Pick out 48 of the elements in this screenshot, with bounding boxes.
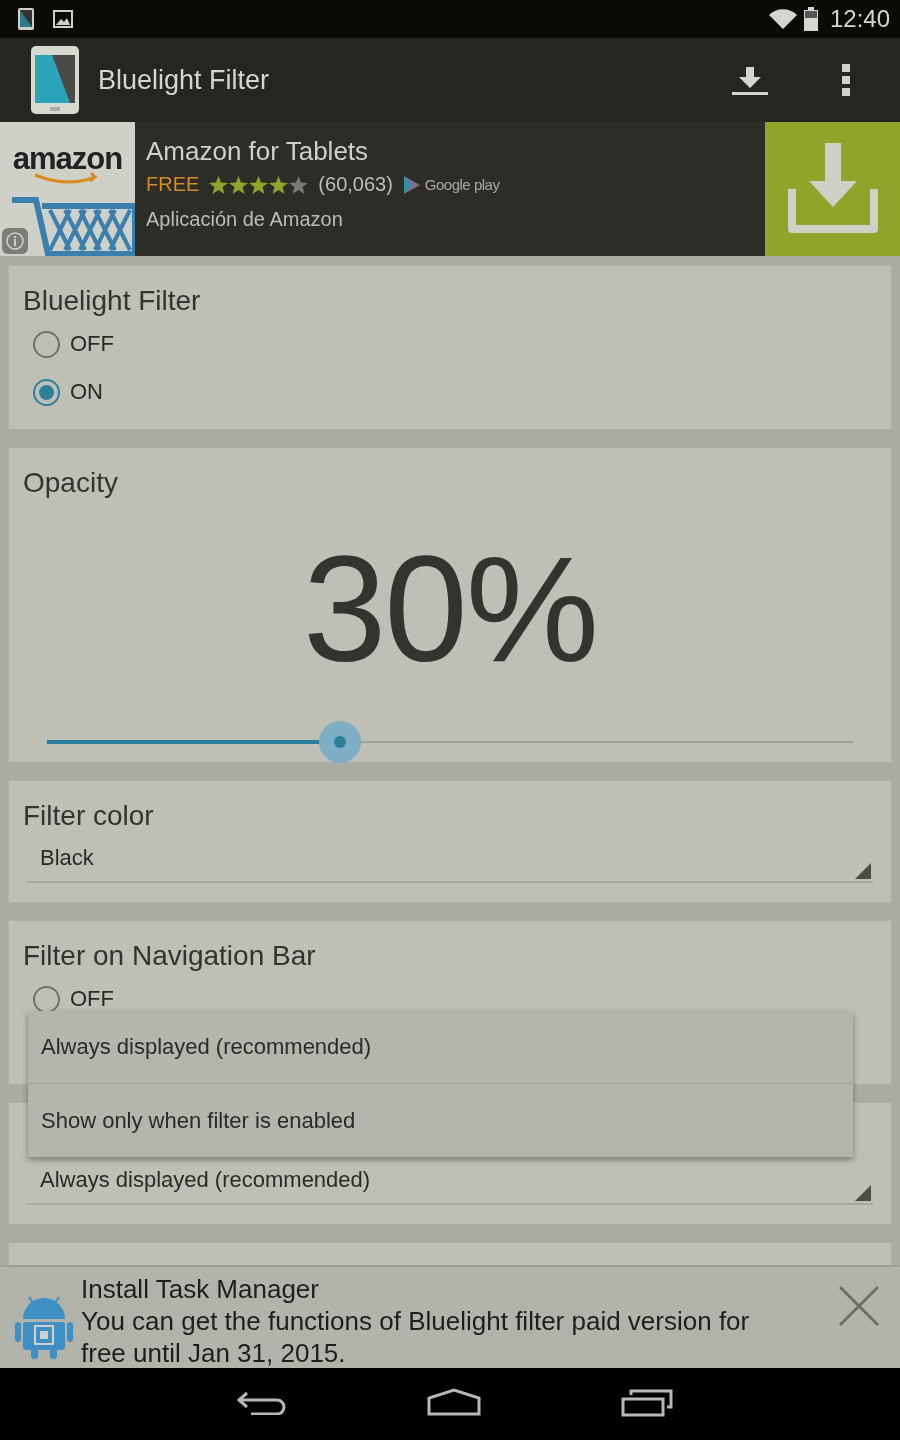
- install-button[interactable]: [765, 122, 900, 256]
- ad-title: Amazon for Tablets: [146, 136, 370, 167]
- publisher-name: Aplicación de Amazon: [146, 208, 344, 231]
- dropdown-field[interactable]: Black: [27, 835, 873, 883]
- radio-button[interactable]: [33, 378, 60, 406]
- star-icon: [249, 175, 269, 194]
- rating-count: (60,063): [318, 173, 393, 196]
- section-title: Filter on Navigation Bar: [23, 939, 317, 973]
- menu-icon: [842, 64, 850, 96]
- close-icon: [838, 1285, 880, 1327]
- section-title: Filter color: [23, 799, 155, 833]
- download-icon: [787, 143, 878, 235]
- info-icon: [2, 228, 28, 254]
- wifi-icon: [767, 8, 798, 30]
- radio-button[interactable]: [33, 330, 60, 358]
- app-title: Bluelight Filter: [98, 64, 271, 96]
- app-icon: [30, 45, 80, 115]
- star-icon: [209, 175, 229, 194]
- clock-time: 12:40: [829, 5, 890, 33]
- play-store-icon: [402, 174, 421, 195]
- star-icon: [229, 175, 249, 194]
- price-label: FREE: [146, 173, 200, 196]
- corner-triangle-icon: [855, 863, 871, 879]
- slider-thumb[interactable]: [318, 721, 361, 763]
- radio-label: ON: [70, 379, 103, 405]
- back-icon: [237, 1389, 287, 1415]
- section-title: Bluelight Filter: [23, 284, 202, 318]
- cart-icon: [10, 196, 135, 256]
- menu-item[interactable]: Show only when filter is enabled: [28, 1084, 853, 1157]
- notification-title: Install Task Manager: [81, 1273, 320, 1305]
- menu-item[interactable]: Always displayed (recommended): [28, 1011, 853, 1084]
- phone-icon: [17, 7, 35, 31]
- corner-triangle-icon: [855, 1185, 871, 1201]
- store-name: Google play: [424, 176, 500, 193]
- radio-label: OFF: [70, 986, 114, 1012]
- star-icon: [269, 175, 289, 194]
- percent-value: 30%: [301, 534, 599, 684]
- logo-text: amazon: [12, 144, 123, 174]
- download-icon: [732, 65, 768, 95]
- ad-banner[interactable]: amazon Amazon for Tablets FREE (60,063) Google play Aplicación de Amazon: [0, 122, 900, 256]
- star-icon: [289, 175, 309, 194]
- image-icon: [53, 10, 73, 28]
- battery-icon: [803, 7, 818, 31]
- notification-message: You can get the functions of Bluelight filter paid version for free until Jan 31, 2015.: [81, 1305, 751, 1369]
- recent-apps-icon: [621, 1387, 673, 1417]
- home-icon: [427, 1388, 481, 1416]
- radio-label: OFF: [70, 331, 114, 357]
- section-title: Opacity: [23, 466, 119, 500]
